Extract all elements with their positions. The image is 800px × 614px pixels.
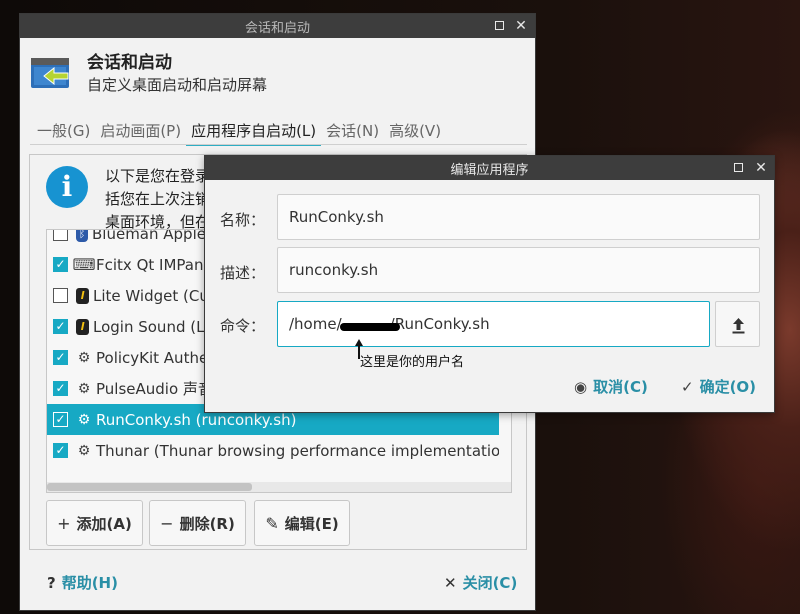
maximize-icon[interactable] xyxy=(734,163,743,172)
keyboard-icon: ⌨ xyxy=(72,255,96,274)
main-titlebar[interactable]: 会话和启动 ✕ xyxy=(20,14,535,38)
add-button[interactable]: + 添加(A) xyxy=(46,500,143,546)
description-field[interactable]: runconky.sh xyxy=(277,247,760,293)
info-text-line: 括您在上次注销 xyxy=(105,190,211,208)
list-item-label: PulseAudio 声音 xyxy=(96,380,213,398)
command-field[interactable]: /home/ /RunConky.sh xyxy=(277,301,710,347)
cancel-button-label: 取消(C) xyxy=(593,378,648,396)
checkbox[interactable]: ✓ xyxy=(53,412,68,427)
checkbox[interactable]: ✓ xyxy=(53,381,68,396)
info-icon: i xyxy=(46,166,88,208)
close-icon[interactable]: ✕ xyxy=(513,18,529,34)
name-label: 名称： xyxy=(220,211,266,229)
checkbox[interactable] xyxy=(53,288,68,303)
edit-button[interactable]: ✎ 编辑(E) xyxy=(254,500,350,546)
checkmark-icon: ✓ xyxy=(681,377,694,396)
checkbox[interactable] xyxy=(53,230,68,241)
lite-icon: l xyxy=(76,287,89,304)
radio-stop-icon: ◉ xyxy=(574,377,588,396)
description-label: 描述： xyxy=(220,264,266,282)
upload-icon xyxy=(732,318,745,334)
remove-button-label: 删除(R) xyxy=(179,514,235,533)
app-subtitle: 自定义桌面启动和启动屏幕 xyxy=(87,76,268,94)
list-item-label: Blueman Applet xyxy=(92,229,212,243)
list-item-label: PolicyKit Authen xyxy=(96,348,218,367)
scrollbar-thumb[interactable] xyxy=(47,483,252,491)
gear-icon: ⚙ xyxy=(77,349,91,366)
list-item-label: Login Sound (Lir xyxy=(93,317,215,336)
session-startup-app-icon xyxy=(31,58,69,88)
gear-icon: ⚙ xyxy=(77,380,91,397)
dialog-title: 编辑应用程序 xyxy=(450,162,529,178)
ok-button-label: 确定(O) xyxy=(699,378,757,396)
checkbox[interactable]: ✓ xyxy=(53,257,68,272)
checkbox[interactable]: ✓ xyxy=(53,350,68,365)
help-button[interactable]: ? 帮助(H) xyxy=(47,572,118,593)
list-item[interactable]: ✓ ⚙ Thunar (Thunar browsing performance … xyxy=(47,435,499,466)
list-item-label: Lite Widget (Cus xyxy=(93,286,217,305)
annotation-text: 这里是你的用户名 xyxy=(360,355,465,370)
command-prefix: /home/ xyxy=(289,315,342,333)
app-title: 会话和启动 xyxy=(87,53,172,73)
tab-autostart[interactable]: 应用程序自启动(L) xyxy=(186,120,322,146)
dialog-titlebar[interactable]: 编辑应用程序 ✕ xyxy=(205,156,774,180)
gear-icon: ⚙ xyxy=(77,442,91,459)
bluetooth-icon: ᛒ xyxy=(76,230,88,242)
close-x-icon: ✕ xyxy=(444,573,457,592)
remove-button[interactable]: − 删除(R) xyxy=(149,500,246,546)
plus-icon: + xyxy=(57,513,71,533)
checkbox[interactable]: ✓ xyxy=(53,319,68,334)
close-button-label: 关闭(C) xyxy=(462,574,518,592)
info-text-line: 以下是您在登录 xyxy=(105,167,211,185)
lite-icon: l xyxy=(76,318,89,335)
add-button-label: 添加(A) xyxy=(76,514,132,533)
question-icon: ? xyxy=(47,573,56,592)
edit-application-dialog: 编辑应用程序 ✕ 名称： RunConky.sh 描述： runconky.sh… xyxy=(204,155,775,413)
maximize-icon[interactable] xyxy=(495,21,504,30)
help-button-label: 帮助(H) xyxy=(61,574,118,592)
pencil-icon: ✎ xyxy=(265,513,279,533)
close-icon[interactable]: ✕ xyxy=(753,160,769,176)
cancel-button[interactable]: ◉ 取消(C) xyxy=(574,376,648,397)
list-item-label: Thunar (Thunar browsing performance impl… xyxy=(96,441,499,460)
tab-divider xyxy=(30,144,527,145)
command-label: 命令： xyxy=(220,317,266,335)
tab-bar: 一般(G) 启动画面(P) 应用程序自启动(L) 会话(N) 高级(V) xyxy=(32,120,446,146)
ok-button[interactable]: ✓ 确定(O) xyxy=(681,376,756,397)
tab-advanced[interactable]: 高级(V) xyxy=(384,120,446,146)
gear-icon: ⚙ xyxy=(77,411,91,428)
minus-icon: − xyxy=(160,513,174,533)
edit-button-label: 编辑(E) xyxy=(284,514,339,533)
name-field[interactable]: RunConky.sh xyxy=(277,194,760,240)
tab-general[interactable]: 一般(G) xyxy=(32,120,95,146)
checkbox[interactable]: ✓ xyxy=(53,443,68,458)
list-item-label: Fcitx Qt IMPanel xyxy=(96,255,217,274)
tab-splash[interactable]: 启动画面(P) xyxy=(95,120,186,146)
list-item-label: RunConky.sh (runconky.sh) xyxy=(96,410,297,429)
close-button[interactable]: ✕ 关闭(C) xyxy=(444,572,517,593)
main-window-title: 会话和启动 xyxy=(244,20,310,36)
horizontal-scrollbar[interactable] xyxy=(47,482,511,492)
redaction-mark xyxy=(340,323,400,331)
browse-button[interactable] xyxy=(715,301,760,347)
command-suffix: /RunConky.sh xyxy=(389,315,490,333)
tab-session[interactable]: 会话(N) xyxy=(321,120,384,146)
